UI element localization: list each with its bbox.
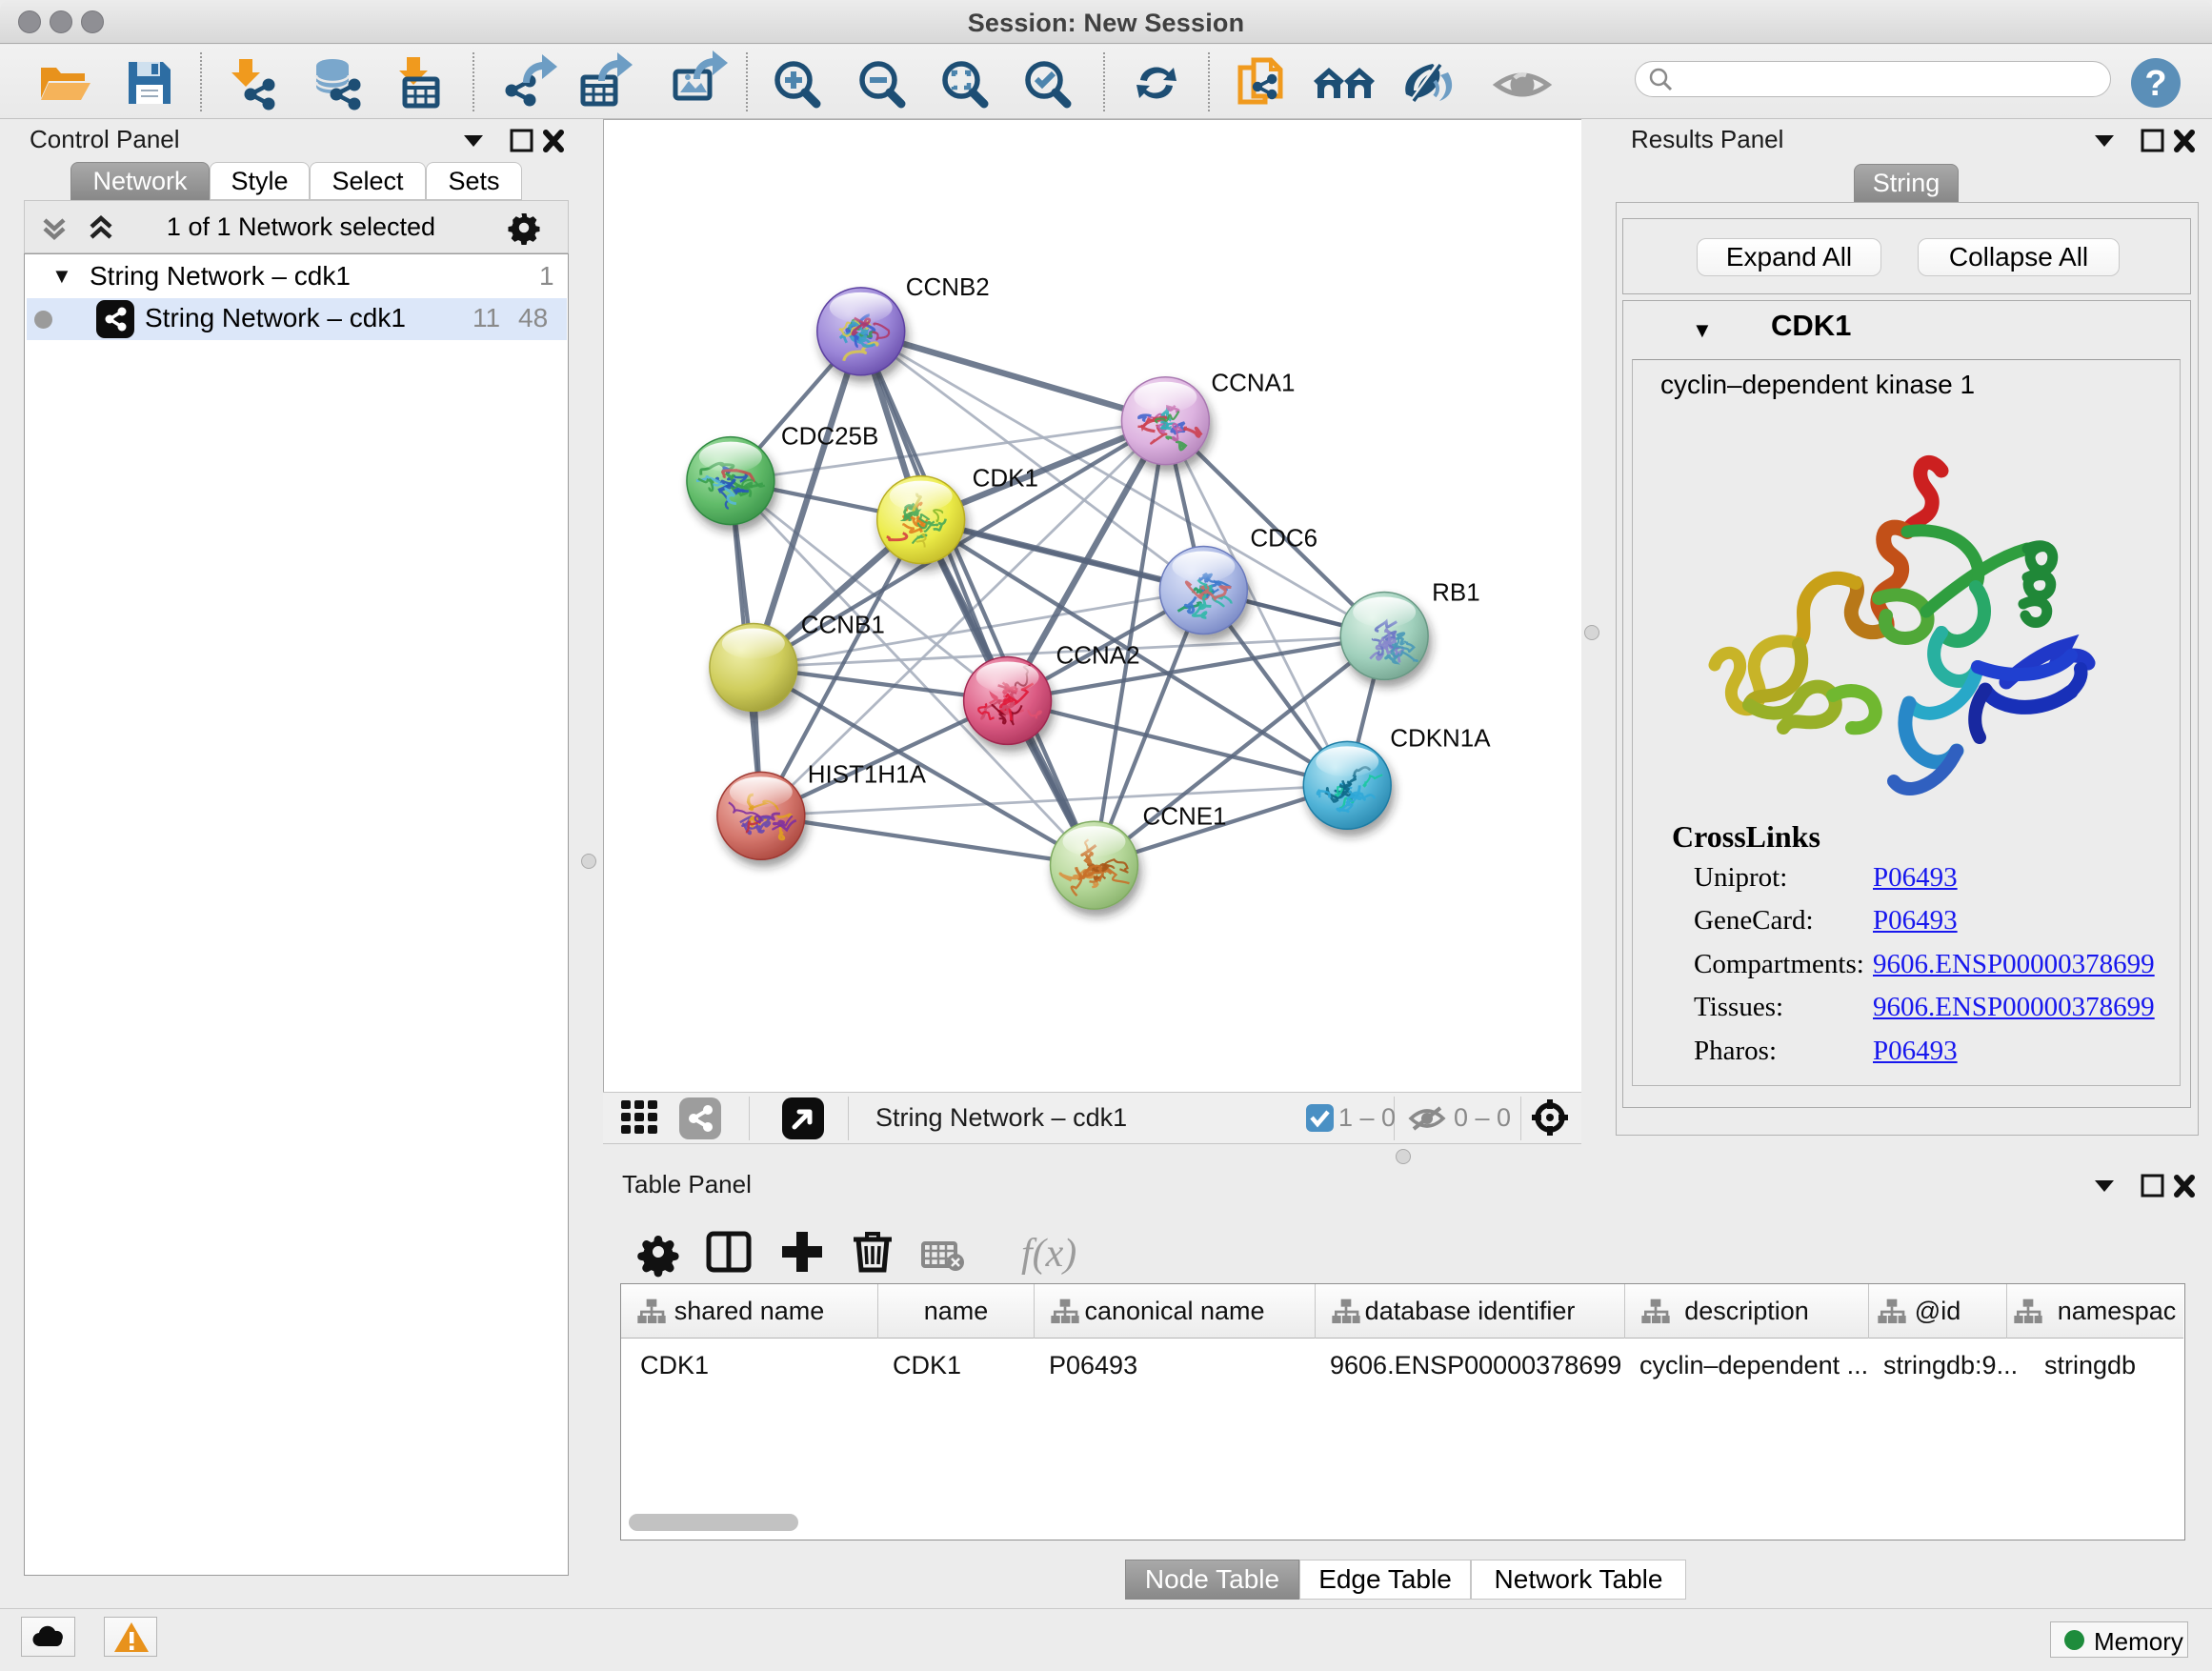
svg-text:?: ? bbox=[2144, 64, 2166, 104]
svg-text:CCNA2: CCNA2 bbox=[1056, 640, 1140, 669]
svg-text:CDC25B: CDC25B bbox=[781, 422, 878, 451]
svg-text:CDC6: CDC6 bbox=[1250, 524, 1317, 553]
svg-text:CCNE1: CCNE1 bbox=[1142, 801, 1226, 830]
svg-text:RB1: RB1 bbox=[1432, 578, 1480, 607]
svg-text:CCNA1: CCNA1 bbox=[1211, 369, 1295, 397]
svg-text:CDK1: CDK1 bbox=[973, 464, 1038, 493]
svg-text:f(x): f(x) bbox=[1021, 1232, 1076, 1276]
svg-text:HIST1H1A: HIST1H1A bbox=[808, 759, 927, 788]
svg-text:CCNB1: CCNB1 bbox=[801, 610, 885, 638]
svg-text:CCNB2: CCNB2 bbox=[906, 272, 990, 301]
svg-text:CDKN1A: CDKN1A bbox=[1390, 723, 1491, 752]
